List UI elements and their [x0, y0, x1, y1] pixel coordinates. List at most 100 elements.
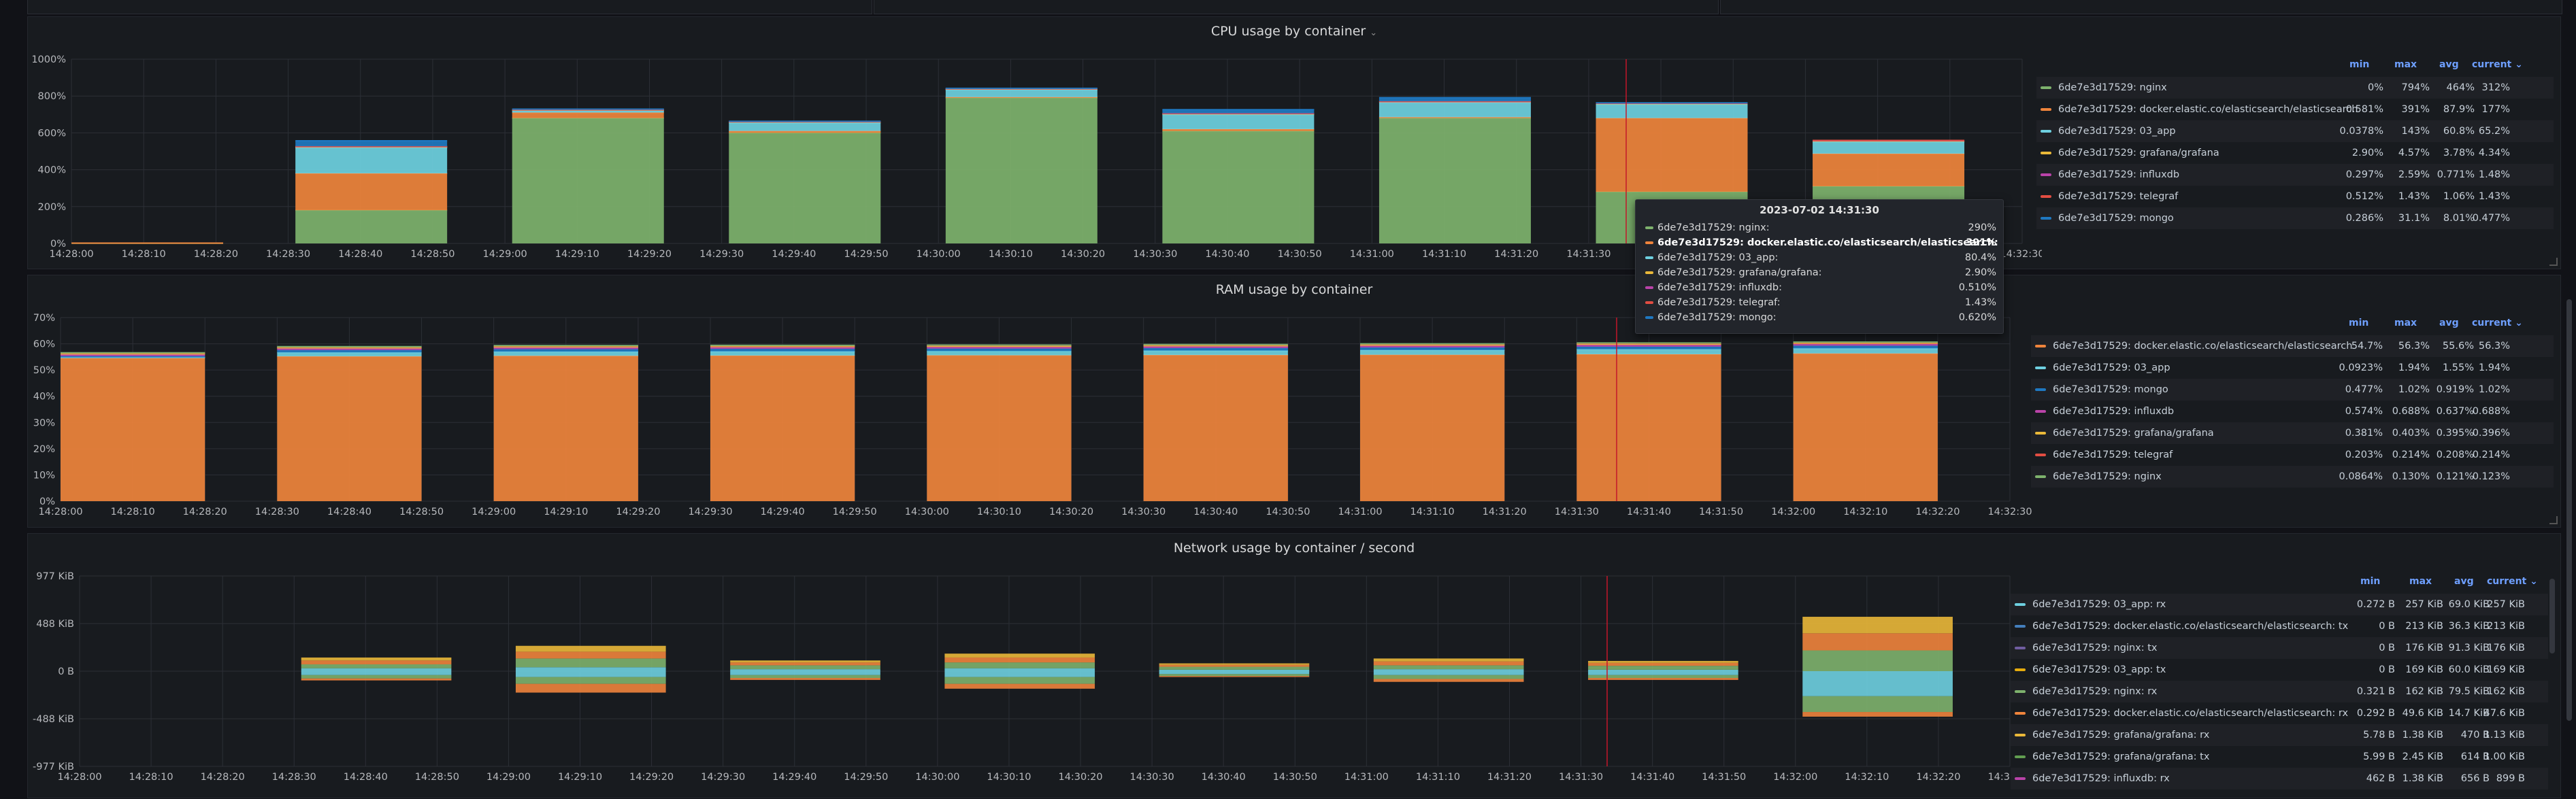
series-color-swatch[interactable]	[2035, 388, 2046, 391]
legend-current-header[interactable]: current ⌄	[2472, 318, 2523, 328]
ram-usage-panel[interactable]: RAM usage by container 0%10%20%30%40%50%…	[27, 275, 2561, 528]
series-color-swatch[interactable]	[2035, 345, 2046, 347]
legend-row[interactable]: 6de7e3d17529: grafana/grafana0.381%0.403…	[2031, 422, 2554, 444]
legend-row[interactable]: 6de7e3d17529: nginx0.0864%0.130%0.121%0.…	[2031, 466, 2554, 488]
legend-row[interactable]: 6de7e3d17529: grafana/grafana: tx5.99 B2…	[2011, 746, 2548, 768]
series-color-swatch[interactable]	[2035, 367, 2046, 369]
legend-min-header[interactable]: min	[2349, 59, 2369, 70]
series-color-swatch[interactable]	[2035, 454, 2046, 456]
cpu-usage-panel[interactable]: CPU usage by container⌄ 0%200%400%600%80…	[27, 16, 2561, 269]
series-name[interactable]: 6de7e3d17529: grafana/grafana	[2053, 422, 2214, 444]
legend-current-header[interactable]: current ⌄	[2487, 576, 2538, 587]
legend-row[interactable]: 6de7e3d17529: telegraf0.203%0.214%0.208%…	[2031, 444, 2554, 466]
legend-row[interactable]: 6de7e3d17529: influxdb0.574%0.688%0.637%…	[2031, 401, 2554, 422]
legend-max-header[interactable]: max	[2394, 59, 2417, 70]
legend-row[interactable]: 6de7e3d17529: 03_app0.0378%143%60.8%65.2…	[2036, 120, 2554, 142]
series-name[interactable]: 6de7e3d17529: grafana/grafana: rx	[2032, 724, 2209, 746]
series-color-swatch[interactable]	[2041, 108, 2051, 111]
series-name[interactable]: 6de7e3d17529: influxdb: rx	[2032, 768, 2170, 789]
series-name[interactable]: 6de7e3d17529: influxdb	[2058, 164, 2179, 186]
network-legend[interactable]: min max avg current ⌄ 6de7e3d17529: 03_a…	[2011, 576, 2548, 799]
series-name[interactable]: 6de7e3d17529: nginx	[2053, 466, 2162, 488]
series-name[interactable]: 6de7e3d17529: mongo	[2053, 379, 2168, 401]
legend-max-header[interactable]: max	[2409, 576, 2432, 587]
series-name[interactable]: 6de7e3d17529: docker.elastic.co/elastics…	[2058, 99, 2358, 120]
page-scrollbar[interactable]	[2566, 299, 2572, 721]
legend-row[interactable]: 6de7e3d17529: nginx: rx0.321 B162 KiB79.…	[2011, 681, 2548, 702]
series-name[interactable]: 6de7e3d17529: mongo	[2058, 207, 2174, 229]
legend-row[interactable]: 6de7e3d17529: influxdb0.297%2.59%0.771%1…	[2036, 164, 2554, 186]
series-color-swatch[interactable]	[2035, 410, 2046, 413]
cpu-legend[interactable]: min max avg current ⌄ 6de7e3d17529: ngin…	[2036, 59, 2554, 256]
series-name[interactable]: 6de7e3d17529: influxdb	[2053, 401, 2174, 422]
legend-row[interactable]: 6de7e3d17529: 03_app: rx0.272 B257 KiB69…	[2011, 594, 2548, 615]
legend-row[interactable]: 6de7e3d17529: docker.elastic.co/elastics…	[2011, 702, 2548, 724]
series-color-swatch[interactable]	[2015, 603, 2026, 606]
tooltip-series-value: 290%	[1968, 220, 1996, 235]
legend-row[interactable]: 6de7e3d17529: mongo0.477%1.02%0.919%1.02…	[2031, 379, 2554, 401]
network-chart[interactable]: -977 KiB-488 KiB0 B488 KiB977 KiB14:28:0…	[28, 534, 2028, 799]
series-name[interactable]: 6de7e3d17529: docker.elastic.co/elastics…	[2032, 615, 2348, 637]
x-tick-label: 14:29:00	[483, 249, 527, 260]
ram-legend[interactable]: min max avg current ⌄ 6de7e3d17529: dock…	[2031, 318, 2554, 515]
series-color-swatch[interactable]	[2041, 173, 2051, 176]
legend-current-header[interactable]: current ⌄	[2472, 59, 2523, 70]
series-color-swatch[interactable]	[2015, 647, 2026, 649]
legend-row[interactable]: 6de7e3d17529: 03_app: tx0 B169 KiB60.0 K…	[2011, 659, 2548, 681]
series-color-swatch[interactable]	[2035, 432, 2046, 435]
legend-row[interactable]: 6de7e3d17529: telegraf0.512%1.43%1.06%1.…	[2036, 186, 2554, 207]
series-name[interactable]: 6de7e3d17529: grafana/grafana	[2058, 142, 2219, 164]
legend-row[interactable]: 6de7e3d17529: docker.elastic.co/elastics…	[2036, 99, 2554, 120]
series-name[interactable]: 6de7e3d17529: 03_app: tx	[2032, 659, 2166, 681]
series-name[interactable]: 6de7e3d17529: telegraf	[2058, 186, 2178, 207]
legend-row[interactable]: 6de7e3d17529: grafana/grafana2.90%4.57%3…	[2036, 142, 2554, 164]
series-color-swatch[interactable]	[2035, 475, 2046, 478]
series-name[interactable]: 6de7e3d17529: 03_app	[2058, 120, 2176, 142]
legend-row[interactable]: 6de7e3d17529: influxdb: rx462 B1.38 KiB6…	[2011, 768, 2548, 789]
tooltip-series-value: 1.43%	[1965, 295, 1996, 310]
network-usage-panel[interactable]: Network usage by container / second -977…	[27, 533, 2561, 798]
tooltip-series-name: 6de7e3d17529: 03_app:	[1657, 250, 1778, 265]
series-name[interactable]: 6de7e3d17529: docker.elastic.co/elastics…	[2032, 702, 2348, 724]
series-name[interactable]: 6de7e3d17529: nginx: rx	[2032, 681, 2157, 702]
legend-min-header[interactable]: min	[2360, 576, 2380, 587]
legend-avg-header[interactable]: avg	[2439, 318, 2459, 328]
legend-row[interactable]: 6de7e3d17529: docker.elastic.co/elastics…	[2031, 335, 2554, 357]
resize-handle[interactable]	[2549, 258, 2558, 266]
series-name[interactable]: 6de7e3d17529: nginx: tx	[2032, 637, 2158, 659]
series-color-swatch[interactable]	[2041, 130, 2051, 133]
legend-row[interactable]: 6de7e3d17529: mongo0.286%31.1%8.01%0.477…	[2036, 207, 2554, 229]
series-name[interactable]: 6de7e3d17529: 03_app: rx	[2032, 594, 2166, 615]
x-tick-label: 14:28:00	[57, 772, 101, 783]
series-color-swatch[interactable]	[2015, 668, 2026, 671]
series-color-swatch[interactable]	[2041, 195, 2051, 198]
series-color-swatch[interactable]	[2015, 625, 2026, 628]
series-color-swatch[interactable]	[2015, 734, 2026, 736]
series-color-swatch[interactable]	[2015, 777, 2026, 780]
series-color-swatch[interactable]	[2015, 690, 2026, 693]
legend-row[interactable]: 6de7e3d17529: grafana/grafana: rx5.78 B1…	[2011, 724, 2548, 746]
series-name[interactable]: 6de7e3d17529: docker.elastic.co/elastics…	[2053, 335, 2352, 357]
series-color-swatch[interactable]	[2041, 86, 2051, 89]
series-color-swatch[interactable]	[2015, 712, 2026, 715]
legend-row[interactable]: 6de7e3d17529: docker.elastic.co/elastics…	[2011, 615, 2548, 637]
legend-row[interactable]: 6de7e3d17529: 03_app0.0923%1.94%1.55%1.9…	[2031, 357, 2554, 379]
legend-max-header[interactable]: max	[2394, 318, 2417, 328]
series-name[interactable]: 6de7e3d17529: grafana/grafana: tx	[2032, 746, 2209, 768]
x-tick-label: 14:31:00	[1344, 772, 1389, 783]
legend-row[interactable]: 6de7e3d17529: nginx: tx0 B176 KiB91.3 Ki…	[2011, 637, 2548, 659]
series-color-swatch[interactable]	[2041, 152, 2051, 154]
series-color-swatch[interactable]	[2015, 755, 2026, 758]
legend-avg-header[interactable]: avg	[2454, 576, 2474, 587]
legend-row[interactable]: 6de7e3d17529: nginx0%794%464%312%	[2036, 77, 2554, 99]
legend-scrollbar[interactable]	[2549, 579, 2555, 653]
tooltip-series-name: 6de7e3d17529: docker.elastic.co/elastics…	[1657, 235, 1998, 250]
series-name[interactable]: 6de7e3d17529: nginx	[2058, 77, 2167, 99]
series-name[interactable]: 6de7e3d17529: 03_app	[2053, 357, 2170, 379]
legend-avg-header[interactable]: avg	[2439, 59, 2459, 70]
series-color-swatch[interactable]	[2041, 217, 2051, 220]
legend-min-header[interactable]: min	[2349, 318, 2368, 328]
series-name[interactable]: 6de7e3d17529: telegraf	[2053, 444, 2173, 466]
bar-segment	[295, 210, 447, 243]
resize-handle[interactable]	[2549, 516, 2558, 524]
